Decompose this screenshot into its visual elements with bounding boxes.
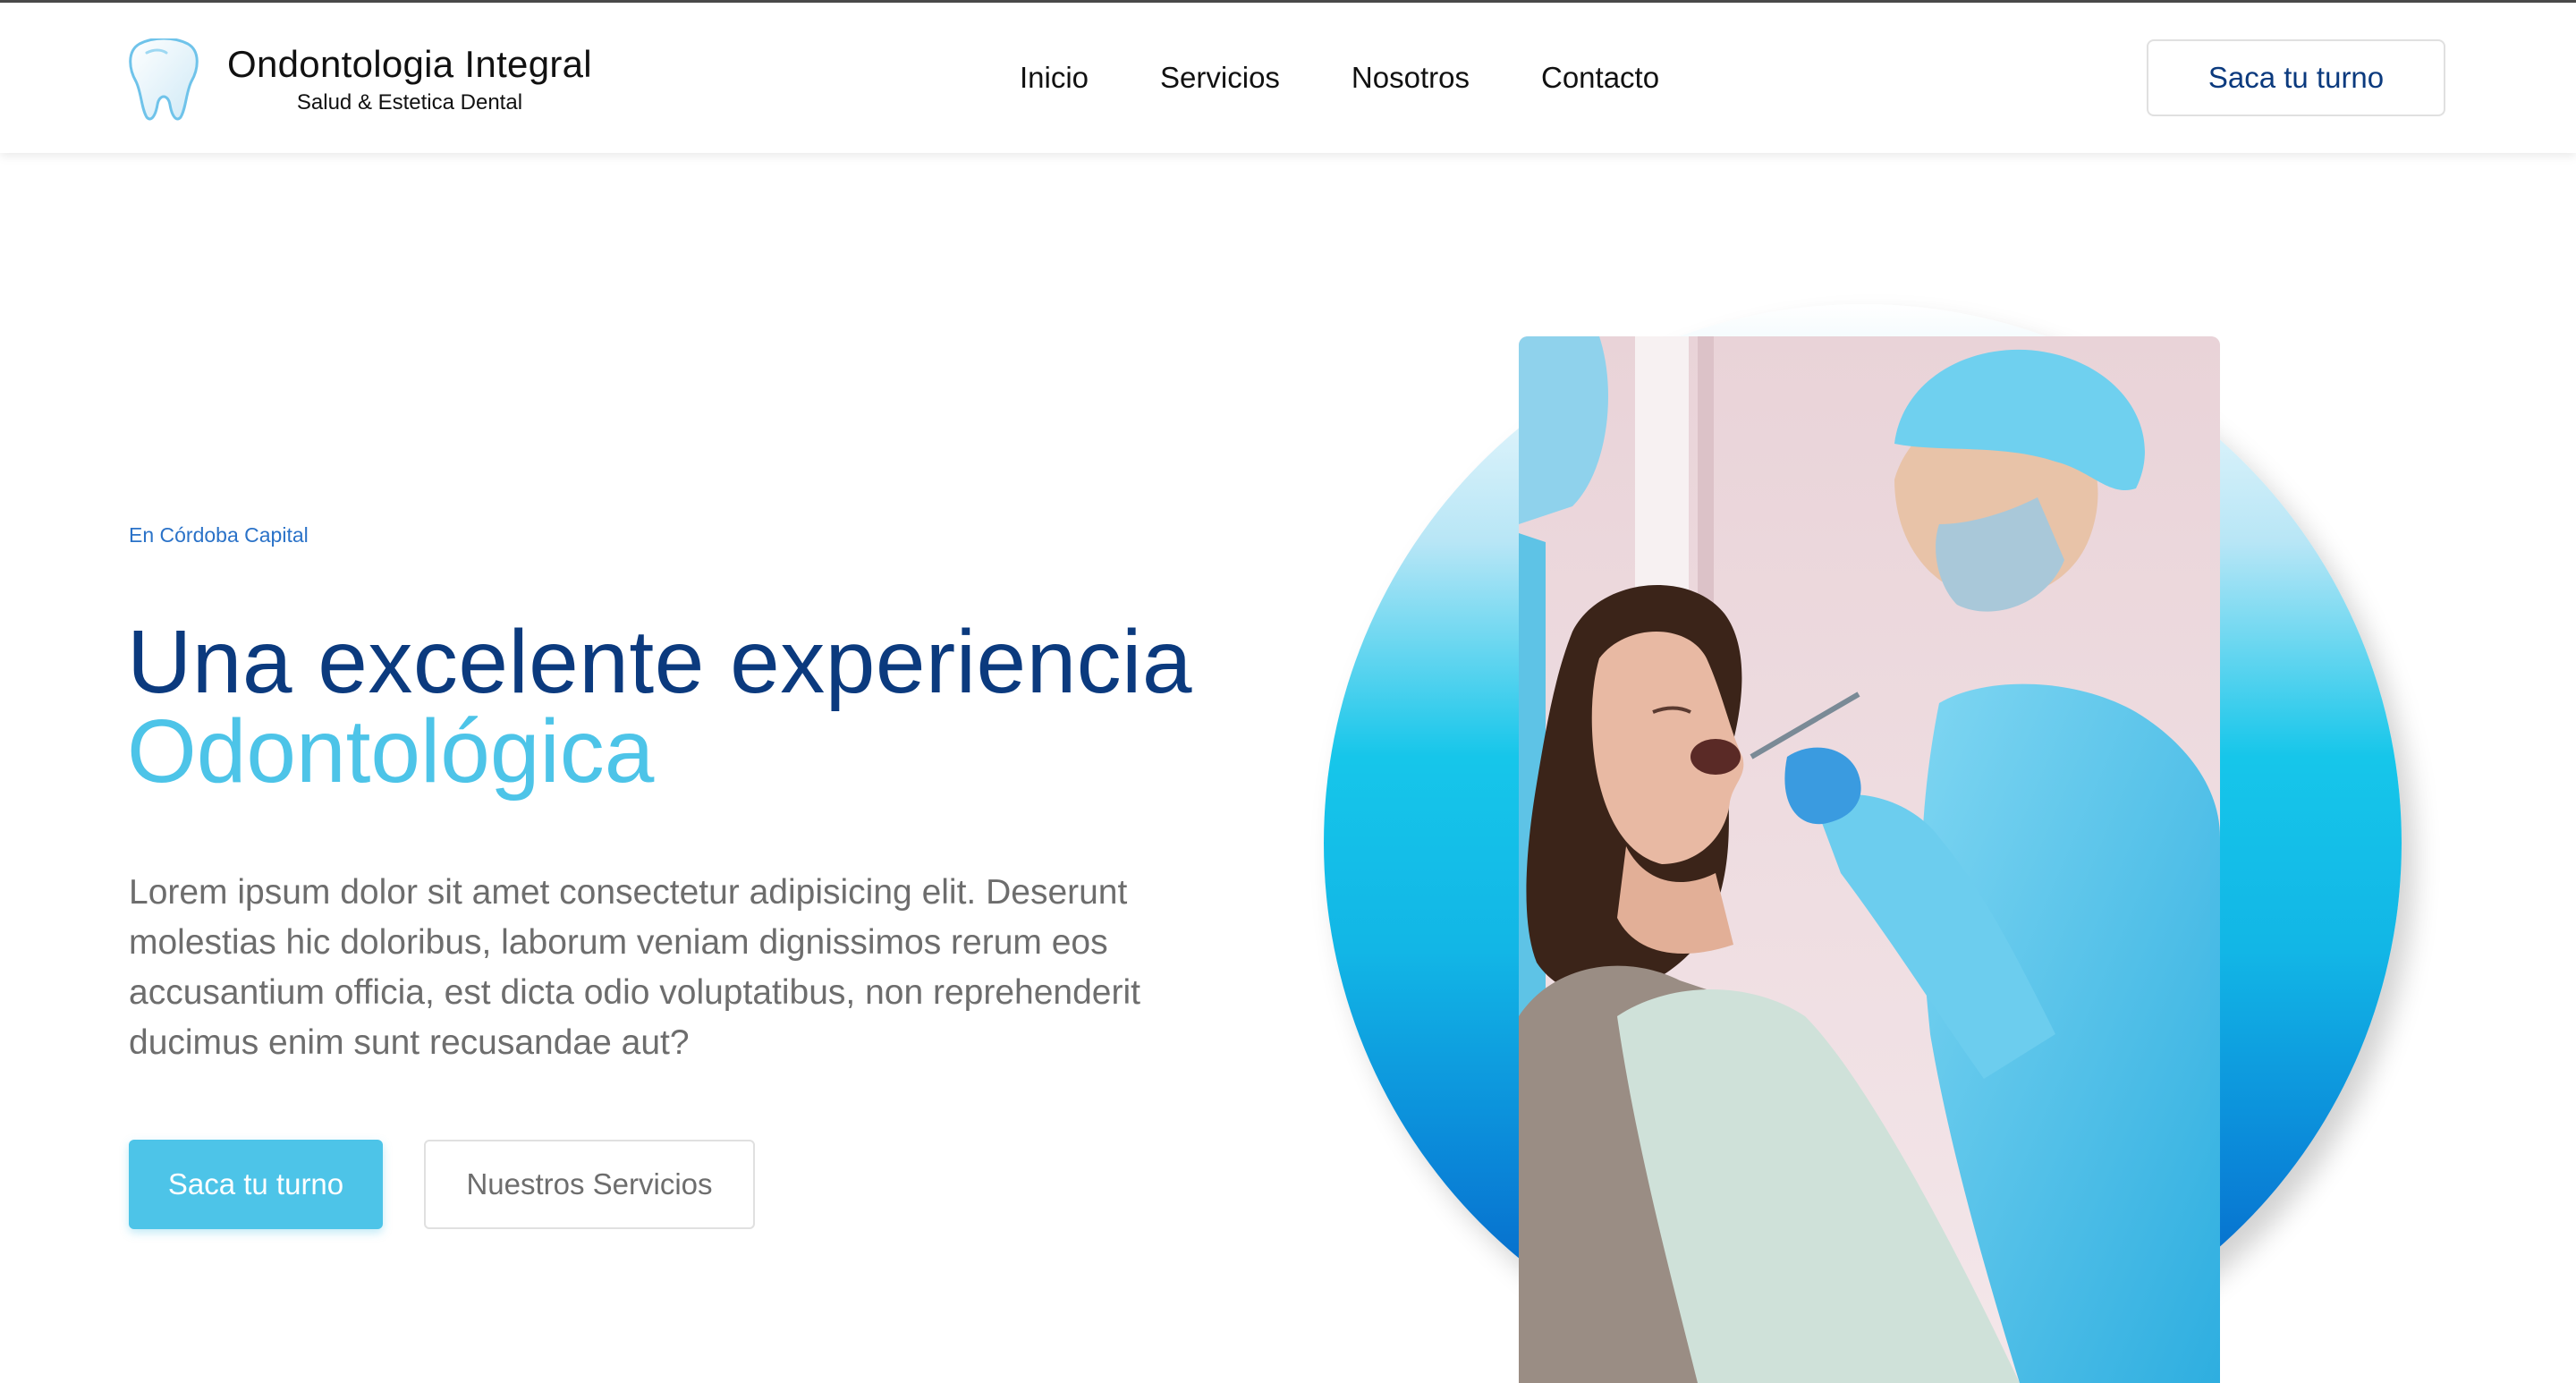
nav-item-servicios[interactable]: Servicios	[1160, 58, 1280, 98]
tooth-icon	[129, 38, 199, 121]
nav-item-inicio[interactable]: Inicio	[1020, 58, 1089, 98]
our-services-button[interactable]: Nuestros Servicios	[424, 1140, 755, 1229]
nav-item-contacto[interactable]: Contacto	[1541, 58, 1659, 98]
site-header: Ondontologia Integral Salud & Estetica D…	[0, 3, 2576, 153]
hero-headline: Una excelente experiencia Odontológica	[127, 617, 1192, 796]
nav-item-nosotros[interactable]: Nosotros	[1352, 58, 1470, 98]
brand-title: Ondontologia Integral	[227, 43, 592, 85]
hero-visual	[1315, 304, 2424, 1383]
book-appointment-button[interactable]: Saca tu turno	[129, 1140, 383, 1229]
main-nav: Inicio Servicios Nosotros Contacto	[1020, 58, 1731, 98]
hero-paragraph: Lorem ipsum dolor sit amet consectetur a…	[129, 873, 1140, 1062]
hero-headline-line1: Una excelente experiencia	[127, 612, 1193, 712]
hero-eyebrow: En Córdoba Capital	[129, 523, 309, 547]
hero-headline-line2: Odontológica	[127, 701, 655, 802]
brand-subtitle: Salud & Estetica Dental	[296, 90, 523, 115]
dentist-patient-photo	[1519, 336, 2220, 1383]
brand-logo[interactable]: Ondontologia Integral Salud & Estetica D…	[127, 37, 592, 123]
header-book-appointment-button[interactable]: Saca tu turno	[2147, 39, 2445, 116]
